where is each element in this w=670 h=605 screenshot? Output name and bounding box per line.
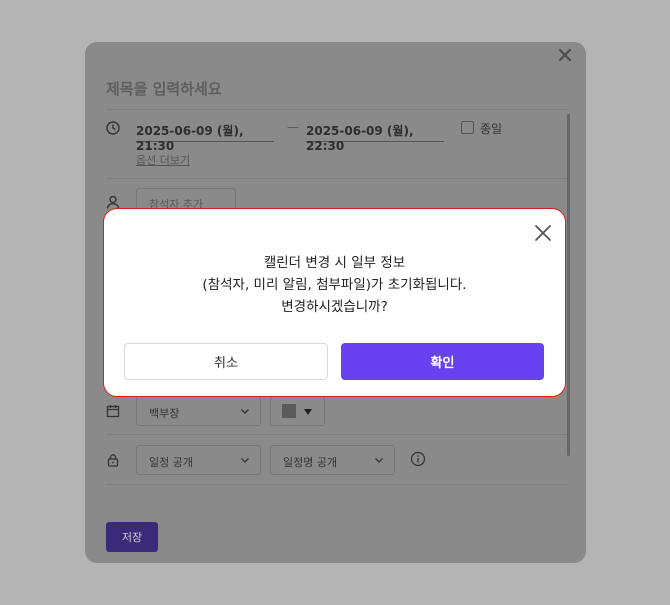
- all-day-label: 종일: [480, 122, 503, 136]
- event-title-input[interactable]: 제목을 입력하세요: [106, 78, 222, 99]
- chevron-down-icon: [239, 405, 251, 417]
- all-day-checkbox[interactable]: [461, 121, 474, 134]
- calendar-select[interactable]: 백부장: [136, 396, 261, 426]
- dialog-message: 캘린더 변경 시 일부 정보 (참석자, 미리 알림, 첨부파일)가 초기화됩니…: [104, 252, 565, 318]
- divider: [106, 109, 568, 110]
- confirm-button[interactable]: 확인: [341, 343, 544, 380]
- more-options-link[interactable]: 옵션 더보기: [136, 152, 190, 168]
- dialog-message-line: 변경하시겠습니까?: [281, 299, 388, 315]
- date-separator: —: [287, 120, 299, 134]
- start-datetime-field[interactable]: 2025-06-09 (월), 21:30: [136, 118, 274, 153]
- chevron-down-icon: [239, 454, 251, 466]
- dialog-message-line: 캘린더 변경 시 일부 정보: [263, 255, 406, 271]
- close-icon[interactable]: [532, 222, 554, 244]
- chevron-down-icon: [373, 454, 385, 466]
- editor-close-icon[interactable]: ✕: [554, 46, 576, 68]
- visibility-select[interactable]: 일정 공개: [136, 445, 261, 475]
- divider: [106, 484, 568, 485]
- visibility-detail-select[interactable]: 일정명 공개: [270, 445, 395, 475]
- caret-down-icon: [304, 409, 312, 415]
- color-swatch: [282, 404, 296, 418]
- calendar-icon: [106, 404, 120, 418]
- lock-icon: [106, 453, 120, 467]
- visibility-detail-select-value: 일정명 공개: [283, 456, 338, 469]
- divider: [106, 178, 568, 179]
- save-button[interactable]: 저장: [106, 522, 158, 552]
- dialog-message-line: (참석자, 미리 알림, 첨부파일)가 초기화됩니다.: [202, 277, 467, 293]
- person-icon: [106, 195, 120, 209]
- scrollbar[interactable]: [567, 114, 570, 456]
- clock-icon: [106, 121, 120, 135]
- visibility-select-value: 일정 공개: [149, 456, 193, 469]
- info-icon[interactable]: [410, 451, 426, 467]
- end-datetime-field[interactable]: 2025-06-09 (월), 22:30: [306, 118, 444, 153]
- cancel-button[interactable]: 취소: [124, 343, 328, 380]
- confirm-dialog: 캘린더 변경 시 일부 정보 (참석자, 미리 알림, 첨부파일)가 초기화됩니…: [103, 208, 566, 397]
- calendar-select-value: 백부장: [149, 407, 180, 420]
- divider: [106, 434, 568, 435]
- color-select[interactable]: [270, 396, 325, 426]
